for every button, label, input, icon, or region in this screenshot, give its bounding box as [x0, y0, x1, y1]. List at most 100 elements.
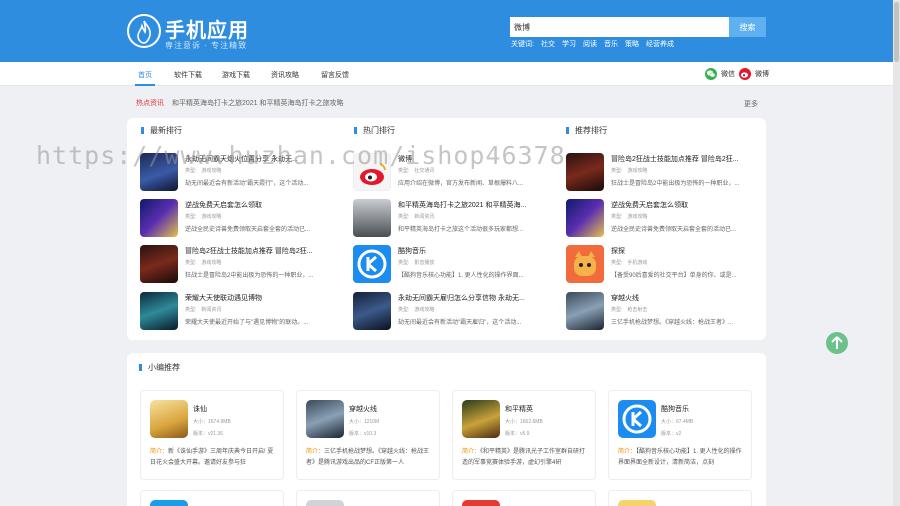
item-desc: 【酷狗音乐核心功能】1. 更人性化的操作界面... [398, 273, 524, 279]
game-thumbnail[interactable] [566, 153, 604, 191]
app-name[interactable]: 穿越火线 [349, 404, 377, 414]
item-title[interactable]: 探探 [611, 246, 761, 256]
keyword-link[interactable]: 阅读 [583, 39, 597, 49]
app-thumbnail[interactable] [462, 400, 500, 438]
arrow-up-icon [831, 336, 843, 349]
share-weibo[interactable]: 微博 [739, 68, 769, 80]
recommend-item[interactable]: 诛仙 大小：1674.9MB 版本：v21.36 简介：新《诛仙手游》三周年庆典… [140, 390, 284, 480]
recommend-item[interactable]: 穿越火线 大小：1210M 版本：v10.3 简介：三亿手机枪战梦想。《穿越火线… [296, 390, 440, 480]
list-item[interactable]: 逆战免费天启套怎么领取 类型: 游戏攻略 逆战全民史诗兽免费领取天启套全套的活动已… [140, 199, 335, 239]
recommend-item[interactable]: 和平精英 大小：1662.6MB 版本：v5.9 简介：《和平精英》是腾讯光子工… [452, 390, 596, 480]
item-title[interactable]: 冒险岛2狂战士技能加点推荐 冒险岛2狂... [185, 246, 335, 256]
item-title[interactable]: 和平精英海岛打卡之旅2021 和平精英海... [398, 200, 548, 210]
app-thumbnail[interactable] [306, 500, 344, 506]
app-name[interactable]: 酷狗音乐 [661, 404, 689, 414]
search-input[interactable] [510, 17, 729, 37]
game-thumbnail[interactable] [566, 292, 604, 330]
nav-software[interactable]: 软件下载 [174, 70, 202, 80]
recommend-item[interactable] [452, 490, 596, 506]
scrollbar[interactable] [893, 0, 900, 506]
app-thumbnail[interactable] [462, 500, 500, 506]
item-desc: 逆战全民史诗兽免费领取天启套全套的活动已... [611, 227, 737, 233]
nav-games[interactable]: 游戏下载 [222, 70, 250, 80]
list-item[interactable]: 酷狗音乐 类型: 影音播放 【酷狗音乐核心功能】1. 更人性化的操作界面... [353, 245, 548, 285]
hot-news-label: 热点资讯 [136, 100, 164, 107]
nav-feedback[interactable]: 留言反馈 [321, 70, 349, 80]
app-thumbnail[interactable] [150, 500, 188, 506]
list-item[interactable]: 和平精英海岛打卡之旅2021 和平精英海... 类型: 新闻资讯 和平精英海岛打卡… [353, 199, 548, 239]
recommend-item[interactable] [296, 490, 440, 506]
recommend-item[interactable] [140, 490, 284, 506]
keyword-link[interactable]: 社交 [541, 39, 555, 49]
list-item[interactable]: 冒险岛2狂战士技能加点推荐 冒险岛2狂... 类型: 游戏攻略 狂战士是冒险岛2中… [566, 153, 761, 193]
item-desc: 劫无间最近会有新活动"霸天雇归"，这个活动... [398, 320, 522, 326]
keyword-link[interactable]: 经营养成 [646, 39, 674, 49]
keyword-link[interactable]: 音乐 [604, 39, 618, 49]
item-meta: 类型: 手机游戏 [611, 260, 648, 266]
keyword-list: 关键词: 社交 学习 阅读 音乐 策略 经营养成 [511, 39, 674, 49]
tantan-app-icon[interactable] [566, 245, 604, 283]
game-thumbnail[interactable] [140, 292, 178, 330]
list-item[interactable]: 穿越火线 类型: 枪击射击 三亿手机枪战梦想。《穿越火线：枪战王者》... [566, 292, 761, 332]
share-wechat[interactable]: 微信 [705, 68, 735, 80]
item-desc: 三亿手机枪战梦想。《穿越火线：枪战王者》... [611, 320, 734, 326]
recommend-item[interactable] [608, 490, 752, 506]
app-version: 版本：v2 [661, 431, 682, 437]
item-desc: 荣耀大天使最近开始了与"遇见博物"的联动。... [185, 320, 309, 326]
game-thumbnail[interactable] [353, 292, 391, 330]
game-thumbnail[interactable] [353, 199, 391, 237]
nav-home[interactable]: 首页 [138, 70, 152, 80]
kugou-app-icon[interactable] [353, 245, 391, 283]
app-thumbnail[interactable] [306, 400, 344, 438]
share-weibo-label: 微博 [755, 71, 769, 78]
app-thumbnail[interactable] [618, 500, 656, 506]
list-item[interactable]: 冒险岛2狂战士技能加点推荐 冒险岛2狂... 类型: 游戏攻略 狂战士是冒险岛2中… [140, 245, 335, 285]
site-name[interactable]: 手机应用 [165, 14, 249, 43]
game-thumbnail[interactable] [140, 245, 178, 283]
item-title[interactable]: 冒险岛2狂战士技能加点推荐 冒险岛2狂... [611, 154, 761, 164]
list-item[interactable]: 荣耀大天使联动遇见博物 类型: 新闻资讯 荣耀大天使最近开始了与"遇见博物"的联动… [140, 292, 335, 332]
title-bar-icon [566, 127, 569, 134]
game-thumbnail[interactable] [140, 199, 178, 237]
list-item[interactable]: 逆战免费天启套怎么领取 类型: 游戏攻略 逆战全民史诗兽免费领取天启套全套的活动已… [566, 199, 761, 239]
item-title[interactable]: 酷狗音乐 [398, 246, 548, 256]
item-desc: 【备受90后喜爱的社交平台】单身的你、或是... [611, 273, 737, 279]
kugou-app-icon[interactable] [618, 400, 656, 438]
recommend-item[interactable]: 酷狗音乐 大小：67.4MB 版本：v2 简介：【酷狗音乐核心功能】1. 更人性… [608, 390, 752, 480]
item-desc: 和平精英海岛打卡之旅这个活动很多玩家都想... [398, 227, 524, 233]
search-button[interactable]: 搜索 [729, 17, 766, 37]
game-thumbnail[interactable] [566, 199, 604, 237]
item-title[interactable]: 穿越火线 [611, 293, 761, 303]
item-title[interactable]: 荣耀大天使联动遇见博物 [185, 293, 335, 303]
nav-news[interactable]: 资讯攻略 [271, 70, 299, 80]
app-intro: 简介：【酷狗音乐核心功能】1. 更人性化的操作界面界面全新设计，清新简洁，点刻 [618, 449, 742, 466]
logo-flame-icon[interactable] [127, 14, 161, 48]
keyword-link[interactable]: 策略 [625, 39, 639, 49]
list-item[interactable]: 探探 类型: 手机游戏 【备受90后喜爱的社交平台】单身的你、或是... [566, 245, 761, 285]
app-thumbnail[interactable] [150, 400, 188, 438]
item-title[interactable]: 逆战免费天启套怎么领取 [185, 200, 335, 210]
hot-news-link[interactable]: 和平精英海岛打卡之旅2021 和平精英海岛打卡之旅攻略 [172, 100, 344, 107]
recommend-title: 小编推荐 [139, 362, 180, 373]
scrollbar-thumb[interactable] [894, 2, 899, 62]
item-title[interactable]: 逆战免费天启套怎么领取 [611, 200, 761, 210]
app-name[interactable]: 和平精英 [505, 404, 533, 414]
list-item[interactable]: 永劫无间霸天雇归怎么分享信物 永劫无... 类型: 游戏攻略 劫无间最近会有新活动… [353, 292, 548, 332]
wechat-icon [705, 68, 717, 80]
app-name[interactable]: 诛仙 [193, 404, 207, 414]
nav-active-indicator [135, 84, 155, 86]
site-header: 手机应用 専注意诉 · 专注精致 搜索 关键词: 社交 学习 阅读 音乐 策略 … [0, 0, 893, 62]
site-slogan: 専注意诉 · 专注精致 [165, 41, 248, 50]
app-version: 版本：v21.36 [193, 431, 224, 437]
app-size: 大小：1662.6MB [505, 419, 543, 425]
item-title[interactable]: 永劫无间霸天雇归怎么分享信物 永劫无... [398, 293, 548, 303]
hot-news-bar: 热点资讯 和平精英海岛打卡之旅2021 和平精英海岛打卡之旅攻略 [136, 98, 343, 108]
title-bar-icon [354, 127, 357, 134]
more-link[interactable]: 更多 [744, 99, 758, 109]
app-size: 大小：1210M [349, 419, 380, 425]
col-title-hot: 热门排行 [354, 125, 395, 136]
keyword-link[interactable]: 学习 [562, 39, 576, 49]
app-size: 大小：67.4MB [661, 419, 694, 425]
back-to-top-button[interactable] [826, 332, 848, 354]
keywords-label: 关键词: [511, 41, 534, 48]
